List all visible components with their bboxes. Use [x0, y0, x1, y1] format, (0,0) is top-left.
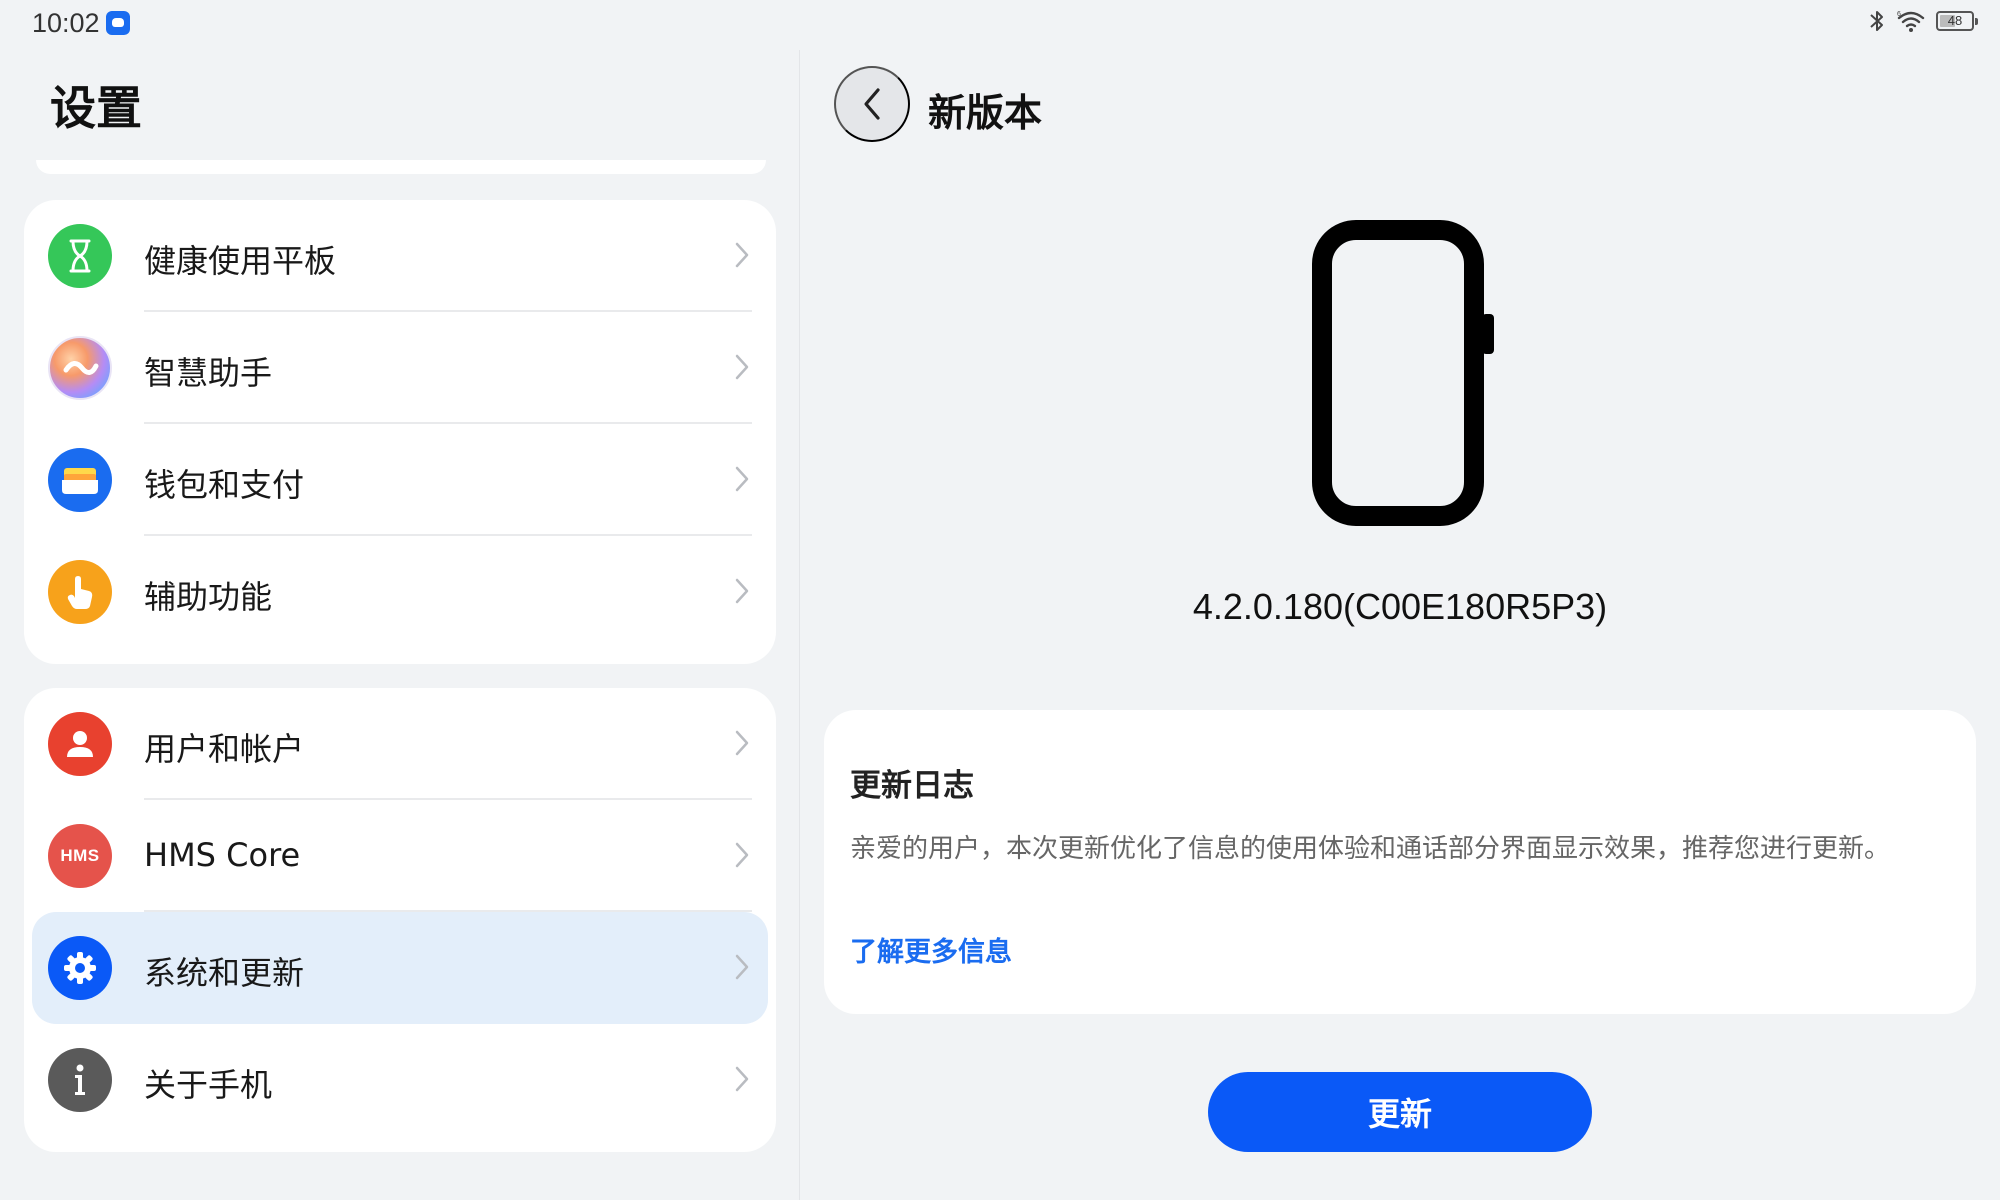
settings-item-label: 健康使用平板 [144, 242, 337, 280]
settings-item-system-update[interactable]: 系统和更新 [24, 912, 776, 1024]
changelog-title: 更新日志 [850, 768, 974, 804]
settings-item-assistant[interactable]: 智慧助手 [24, 312, 776, 424]
chevron-left-icon [864, 88, 880, 120]
settings-item-hms-core[interactable]: HMS HMS Core [24, 800, 776, 912]
settings-item-label: 智慧助手 [144, 354, 273, 392]
hourglass-icon [48, 224, 112, 288]
back-button[interactable] [834, 66, 910, 142]
settings-item-wallet[interactable]: 钱包和支付 [24, 424, 776, 536]
chevron-right-icon [735, 842, 749, 868]
status-time: 10:02 [32, 8, 100, 38]
chevron-right-icon [735, 354, 749, 380]
wifi-icon: 6 [1897, 11, 1925, 32]
settings-item-users[interactable]: 用户和帐户 [24, 688, 776, 800]
chevron-right-icon [735, 242, 749, 268]
user-icon [48, 712, 112, 776]
bluetooth-icon [1870, 11, 1883, 31]
changelog-body: 亲爱的用户，本次更新优化了信息的使用体验和通话部分界面显示效果，推荐您进行更新。 [850, 834, 1891, 864]
settings-item-label: 关于手机 [144, 1066, 273, 1104]
device-icon [1312, 220, 1494, 526]
detail-title: 新版本 [928, 91, 1043, 135]
info-icon [48, 1048, 112, 1112]
settings-item-label: 系统和更新 [144, 954, 305, 992]
hms-icon-text: HMS [60, 846, 100, 865]
settings-item-label: HMS Core [144, 836, 301, 874]
notification-app-icon [106, 11, 130, 35]
page-title: 设置 [50, 81, 142, 135]
version-number: 4.2.0.180(C00E180R5P3) [1192, 586, 1608, 627]
gear-icon [48, 936, 112, 1000]
settings-item-label: 用户和帐户 [144, 730, 305, 768]
settings-item-about[interactable]: 关于手机 [24, 1024, 776, 1136]
learn-more-link[interactable]: 了解更多信息 [850, 930, 1012, 969]
assistant-icon [48, 336, 112, 400]
settings-group-2: 用户和帐户 HMS HMS Core 系统和更新 关于手机 [24, 688, 776, 1152]
chevron-right-icon [735, 1066, 749, 1092]
previous-card-edge [36, 160, 766, 174]
settings-item-health[interactable]: 健康使用平板 [24, 200, 776, 312]
chevron-right-icon [735, 730, 749, 756]
hms-icon: HMS [48, 824, 112, 888]
status-icons: 6 48 [1868, 9, 1978, 33]
chevron-right-icon [735, 954, 749, 980]
battery-level: 48 [1947, 13, 1963, 28]
changelog-card: 更新日志 亲爱的用户，本次更新优化了信息的使用体验和通话部分界面显示效果，推荐您… [824, 710, 1976, 1014]
settings-item-label: 钱包和支付 [144, 466, 305, 504]
svg-text:6: 6 [1897, 11, 1901, 18]
wallet-icon [48, 448, 112, 512]
battery-icon: 48 [1936, 11, 1978, 31]
chevron-right-icon [735, 466, 749, 492]
update-button[interactable]: 更新 [1208, 1072, 1592, 1152]
